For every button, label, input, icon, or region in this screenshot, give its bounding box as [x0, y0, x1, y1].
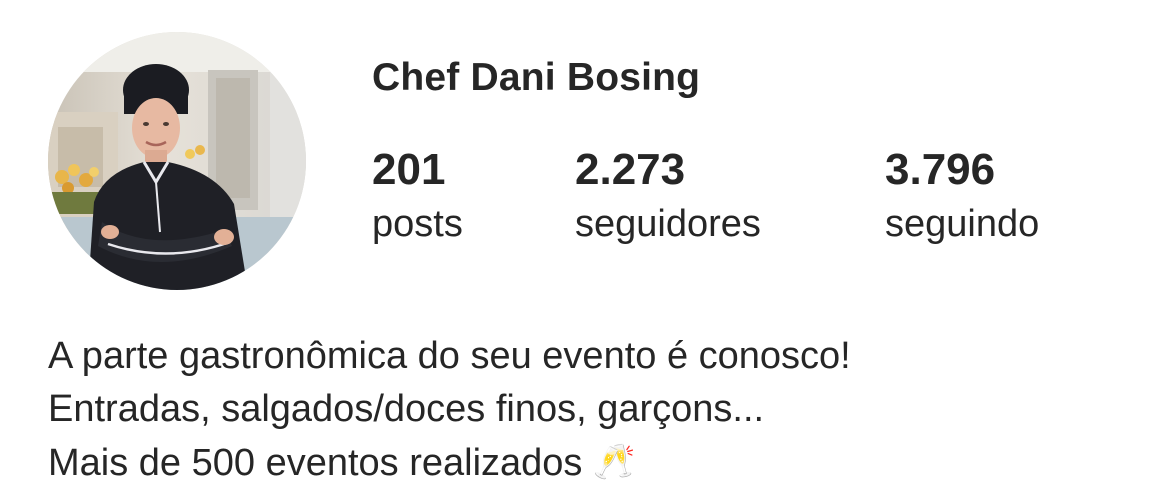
followers-count: 2.273 [575, 145, 686, 194]
posts-count: 201 [372, 145, 446, 194]
bio-line: A parte gastronômica do seu evento é con… [48, 335, 851, 377]
bio-line: Entradas, salgados/doces finos, garçons.… [48, 388, 765, 430]
profile-username: Chef Dani Bosing [372, 56, 701, 99]
following-count: 3.796 [885, 145, 996, 194]
bio-line: Mais de 500 eventos realizados 🥂 [48, 436, 851, 490]
champagne-glasses-icon: 🥂 [593, 443, 636, 481]
followers-count-stat[interactable]: 2.273 seguidores [575, 144, 761, 250]
posts-label: posts [372, 203, 463, 245]
posts-count-stat[interactable]: 201 posts [372, 144, 463, 250]
profile-avatar[interactable] [48, 32, 306, 290]
profile-bio: A parte gastronômica do seu evento é con… [48, 330, 851, 490]
following-count-stat[interactable]: 3.796 seguindo [885, 144, 1039, 250]
following-label: seguindo [885, 203, 1040, 245]
chef-photo-icon [48, 32, 306, 290]
followers-label: seguidores [575, 203, 761, 245]
